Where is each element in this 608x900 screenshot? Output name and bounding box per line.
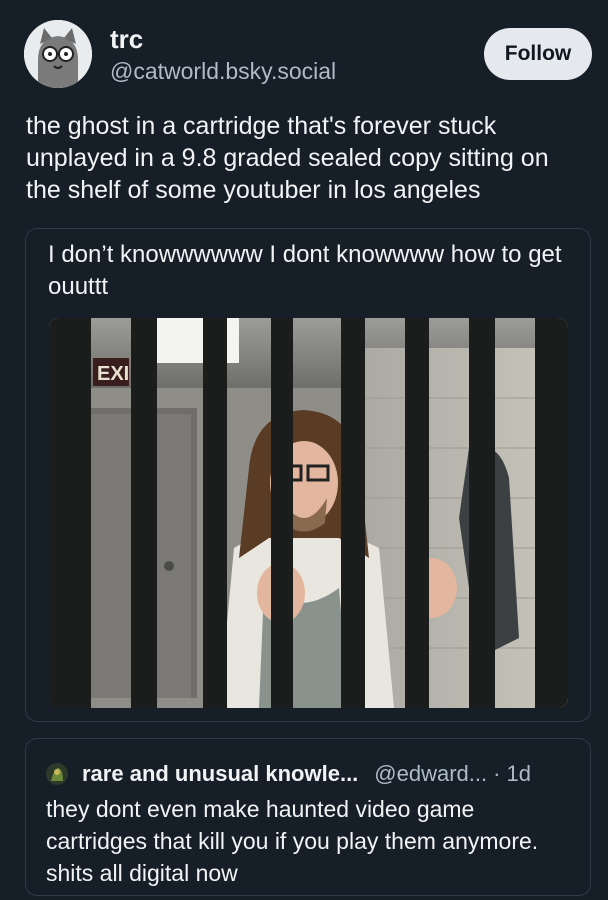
quote-timestamp[interactable]: 1d [506, 761, 530, 787]
cat-glasses-avatar-icon [24, 20, 92, 88]
quote-author-name[interactable]: rare and unusual knowle... [82, 761, 358, 787]
author-avatar[interactable] [24, 20, 92, 88]
author-display-name[interactable]: trc [110, 24, 143, 55]
embedded-image[interactable]: EXI [49, 318, 568, 708]
author-handle[interactable]: @catworld.bsky.social [110, 58, 336, 85]
quoted-post-text: they dont even make haunted video game c… [46, 796, 539, 886]
quote-author-handle[interactable]: @edward... [374, 761, 487, 787]
embedded-post[interactable]: I don’t knowwwwww I dont knowwww how to … [25, 228, 591, 722]
quoted-post[interactable]: rare and unusual knowle... @edward... · … [25, 738, 591, 896]
post-text: the ghost in a cartridge that's forever … [26, 112, 549, 204]
post: trc @catworld.bsky.social Follow the gho… [0, 0, 608, 900]
embedded-post-text: I don’t knowwwwww I dont knowwww how to … [48, 241, 562, 300]
quoted-post-header: rare and unusual knowle... @edward... · … [46, 759, 531, 789]
quote-separator: · [493, 761, 501, 786]
follow-button[interactable]: Follow [484, 28, 592, 80]
exit-sign-text: EXI [97, 363, 129, 385]
man-behind-bars-photo: EXI [49, 318, 568, 708]
quote-author-avatar-icon[interactable] [46, 763, 68, 785]
